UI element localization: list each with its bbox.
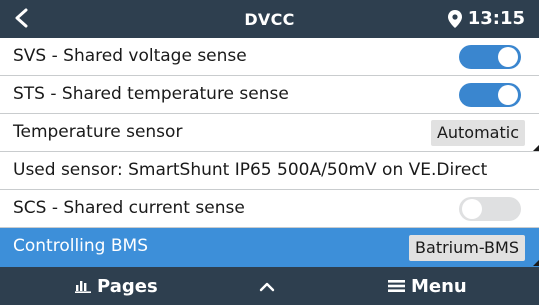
toggle-knob [498, 47, 518, 67]
row-label: Used sensor: SmartShunt IP65 500A/50mV o… [13, 160, 488, 180]
dropdown-corner-indicator [533, 260, 539, 266]
toggle-knob [498, 85, 518, 105]
pages-button[interactable]: Pages [75, 267, 158, 305]
menu-label: Menu [411, 275, 467, 297]
chevron-up-icon [259, 282, 275, 292]
row-controlling-bms[interactable]: Controlling BMS Batrium-BMS [0, 228, 539, 267]
row-label: SCS - Shared current sense [13, 198, 245, 218]
scs-toggle[interactable] [459, 197, 521, 221]
row-label: Controlling BMS [13, 236, 148, 256]
toggle-knob [462, 199, 482, 219]
row-used-sensor: Used sensor: SmartShunt IP65 500A/50mV o… [0, 152, 539, 190]
scroll-up-button[interactable] [258, 267, 276, 305]
footer-bar: Pages Menu [0, 267, 539, 305]
row-label: STS - Shared temperature sense [13, 84, 289, 104]
menu-button[interactable]: Menu [388, 267, 467, 305]
clock: 13:15 [447, 8, 525, 29]
dropdown-corner-indicator [533, 145, 539, 151]
pages-label: Pages [97, 275, 158, 297]
row-svs[interactable]: SVS - Shared voltage sense [0, 38, 539, 76]
controlling-bms-select[interactable]: Batrium-BMS [409, 235, 525, 261]
row-temperature-sensor[interactable]: Temperature sensor Automatic [0, 114, 539, 152]
row-sts[interactable]: STS - Shared temperature sense [0, 76, 539, 114]
sts-toggle[interactable] [459, 83, 521, 107]
row-scs[interactable]: SCS - Shared current sense [0, 190, 539, 228]
time-display: 13:15 [467, 8, 525, 29]
header-bar: DVCC 13:15 [0, 0, 539, 38]
svs-toggle[interactable] [459, 45, 521, 69]
dvcc-screen: DVCC 13:15 SVS - Shared voltage sense ST… [0, 0, 539, 305]
location-pin-icon [447, 9, 462, 28]
bar-chart-icon [75, 281, 91, 293]
row-label: Temperature sensor [13, 122, 183, 142]
hamburger-menu-icon [388, 280, 405, 292]
row-label: SVS - Shared voltage sense [13, 46, 247, 66]
temperature-sensor-select[interactable]: Automatic [430, 120, 525, 146]
